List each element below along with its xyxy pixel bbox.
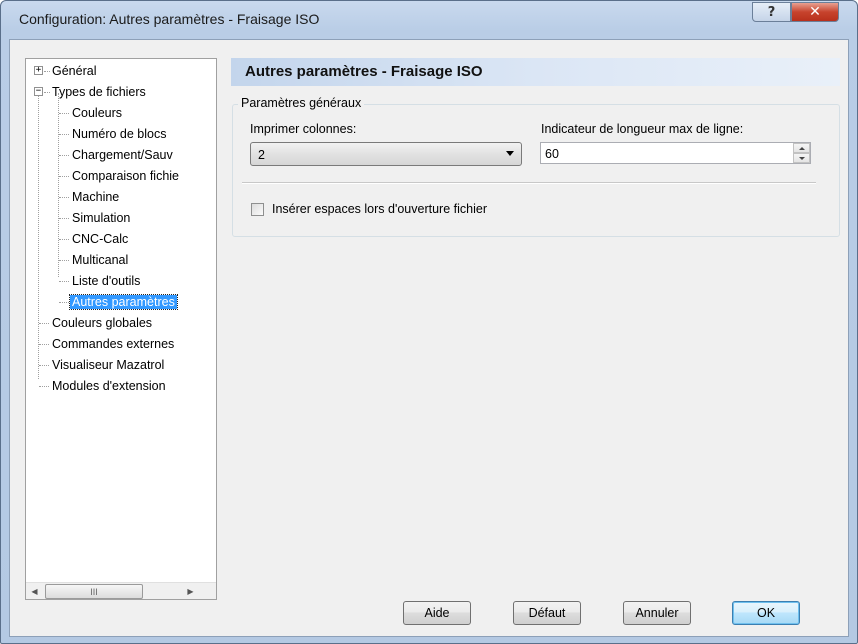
tree-item-multichannel[interactable]: Multicanal: [70, 250, 130, 270]
tree-item-file-types[interactable]: − Types de fichiers: [26, 82, 216, 102]
scroll-left-icon[interactable]: ◀: [26, 583, 43, 599]
tree-item-cnc-calc[interactable]: CNC-Calc: [70, 229, 130, 249]
tree-item-tool-list[interactable]: Liste d'outils: [70, 271, 142, 291]
tree-line: [39, 386, 49, 387]
tree-item-label: CNC-Calc: [72, 232, 129, 246]
max-line-length-stepper[interactable]: [540, 142, 811, 164]
tree-line: [59, 239, 69, 240]
help-dialog-button[interactable]: Aide: [403, 601, 471, 625]
window-title: Configuration: Autres paramètres - Frais…: [19, 11, 320, 27]
spin-down-button[interactable]: [793, 153, 810, 163]
insert-spaces-checkbox[interactable]: [251, 203, 264, 216]
tree-item-other-settings[interactable]: Autres paramètres: [69, 292, 178, 312]
divider: [242, 182, 816, 184]
tree-line: [59, 218, 69, 219]
tree-line: [59, 302, 69, 303]
default-button[interactable]: Défaut: [513, 601, 581, 625]
tree-item-global-colors[interactable]: Couleurs globales: [50, 313, 154, 333]
close-icon: ✕: [809, 4, 821, 20]
tree-line: [59, 281, 69, 282]
tree-item-label: Général: [52, 64, 97, 78]
tree-item-label: Numéro de blocs: [72, 127, 167, 141]
ok-button[interactable]: OK: [732, 601, 800, 625]
chevron-down-icon: [506, 151, 514, 156]
tree-item-label: Visualiseur Mazatrol: [52, 358, 165, 372]
tree-item-external-commands[interactable]: Commandes externes: [50, 334, 176, 354]
group-title: Paramètres généraux: [238, 96, 365, 110]
spin-buttons: [793, 143, 810, 163]
insert-spaces-label[interactable]: Insérer espaces lors d'ouverture fichier: [272, 202, 487, 216]
tree-item-label: Comparaison fichie: [72, 169, 179, 183]
tree-item-label: Autres paramètres: [69, 294, 178, 310]
tree-line: [38, 93, 39, 379]
tree-line: [58, 93, 59, 277]
tree-item-extension-modules[interactable]: Modules d'extension: [50, 376, 168, 396]
arrow-down-icon: [798, 156, 805, 160]
tree-item-load-save[interactable]: Chargement/Sauv: [70, 145, 175, 165]
arrow-up-icon: [798, 146, 805, 150]
scroll-right-icon[interactable]: ▶: [182, 583, 199, 599]
grip-icon: III: [90, 586, 98, 597]
help-button[interactable]: ?: [752, 2, 791, 22]
tree-line: [59, 260, 69, 261]
expand-icon[interactable]: +: [34, 66, 43, 75]
tree-line: [59, 113, 69, 114]
tree-item-block-numbers[interactable]: Numéro de blocs: [70, 124, 169, 144]
tree-line: [59, 155, 69, 156]
tree-item-label: Machine: [72, 190, 120, 204]
tree-item-label: Couleurs globales: [52, 316, 153, 330]
panel-title: Autres paramètres - Fraisage ISO: [245, 63, 483, 80]
tree-line: [39, 323, 49, 324]
cancel-button[interactable]: Annuler: [623, 601, 691, 625]
tree-item-label: Simulation: [72, 211, 131, 225]
tree-line: [39, 365, 49, 366]
tree-item-machine[interactable]: Machine: [70, 187, 121, 207]
tree-line: [39, 344, 49, 345]
tree-line: [59, 134, 69, 135]
collapse-icon[interactable]: −: [34, 87, 43, 96]
tree-item-simulation[interactable]: Simulation: [70, 208, 132, 228]
print-columns-label: Imprimer colonnes:: [250, 122, 357, 136]
close-button[interactable]: ✕: [791, 2, 839, 22]
tree-item-general[interactable]: + Général: [26, 61, 216, 81]
print-columns-value: 2: [258, 148, 265, 162]
spin-up-button[interactable]: [793, 143, 810, 153]
title-bar: Configuration: Autres paramètres - Frais…: [1, 1, 857, 37]
tree-line: [59, 176, 69, 177]
tree-item-label: Commandes externes: [52, 337, 175, 351]
scrollbar-thumb[interactable]: III: [45, 584, 143, 599]
tree-item-label: Chargement/Sauv: [72, 148, 173, 162]
panel-header: Autres paramètres - Fraisage ISO: [231, 58, 840, 86]
dialog-window: Configuration: Autres paramètres - Frais…: [0, 0, 858, 644]
max-line-length-input[interactable]: [545, 146, 775, 161]
tree-item-label: Types de fichiers: [52, 85, 146, 99]
print-columns-select[interactable]: 2: [250, 142, 522, 166]
question-icon: ?: [767, 4, 776, 20]
tree-line: [59, 197, 69, 198]
dialog-client: + Général − Types de fichiers Couleurs N…: [9, 39, 849, 637]
tree-item-label: Couleurs: [72, 106, 123, 120]
tree-item-mazatrol-viewer[interactable]: Visualiseur Mazatrol: [50, 355, 166, 375]
max-line-length-label: Indicateur de longueur max de ligne:: [541, 122, 744, 136]
tree-horizontal-scrollbar[interactable]: ◀ III ▶: [26, 582, 216, 599]
tree-item-label: Liste d'outils: [72, 274, 141, 288]
tree-item-colors[interactable]: Couleurs: [70, 103, 124, 123]
tree-item-file-compare[interactable]: Comparaison fichie: [70, 166, 181, 186]
tree-item-label: Modules d'extension: [52, 379, 166, 393]
settings-tree[interactable]: + Général − Types de fichiers Couleurs N…: [25, 58, 217, 600]
tree-item-label: Multicanal: [72, 253, 129, 267]
